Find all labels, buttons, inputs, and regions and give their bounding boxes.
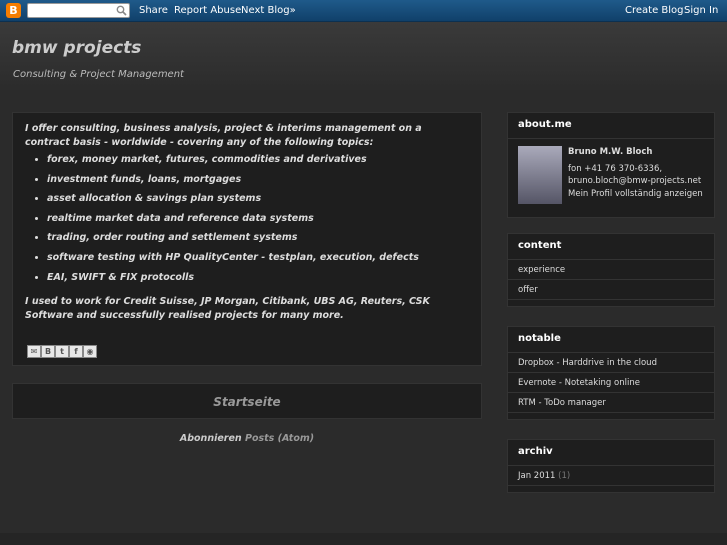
blog-description: Consulting & Project Management: [13, 69, 184, 80]
twitter-icon[interactable]: t: [55, 345, 69, 358]
author-name[interactable]: Bruno M.W. Bloch: [568, 147, 652, 157]
email-icon[interactable]: ✉: [27, 345, 41, 358]
list-item: investment funds, loans, mortgages: [47, 173, 469, 187]
author-contact: fon +41 76 370-6336, bruno.bloch@bmw-pro…: [568, 163, 701, 187]
blogger-navbar: B Share Report Abuse Next Blog» Create B…: [0, 0, 727, 22]
search-input[interactable]: [27, 3, 130, 18]
author-phone: fon +41 76 370-6336,: [568, 164, 663, 174]
blogger-icon[interactable]: B: [41, 345, 55, 358]
search-icon[interactable]: [116, 5, 127, 16]
archive-month[interactable]: Jan 2011: [518, 471, 555, 481]
content-item-experience[interactable]: experience: [508, 260, 714, 280]
list-item: asset allocation & savings plan systems: [47, 192, 469, 206]
blog-post: I offer consulting, business analysis, p…: [12, 112, 482, 366]
notable-item-rtm[interactable]: RTM - ToDo manager: [508, 393, 714, 413]
about-widget: about.me Bruno M.W. Bloch fon +41 76 370…: [507, 112, 715, 218]
subscribe-label: Abonnieren: [179, 433, 242, 444]
content-item-offer[interactable]: offer: [508, 280, 714, 300]
topics-list: forex, money market, futures, commoditie…: [47, 153, 469, 285]
archive-heading: archiv: [508, 440, 714, 466]
list-item: forex, money market, futures, commoditie…: [47, 153, 469, 167]
author-email: bruno.bloch@bmw-projects.net: [568, 176, 702, 186]
next-blog-link[interactable]: Next Blog»: [241, 5, 296, 16]
buzz-icon[interactable]: ◉: [83, 345, 97, 358]
list-item: realtime market data and reference data …: [47, 212, 469, 226]
atom-feed-link[interactable]: Posts (Atom): [245, 433, 314, 444]
blogger-logo-icon[interactable]: B: [6, 3, 21, 18]
list-item: trading, order routing and settlement sy…: [47, 231, 469, 245]
about-heading: about.me: [508, 113, 714, 139]
post-outro: I used to work for Credit Suisse, JP Mor…: [25, 295, 430, 321]
blog-title[interactable]: bmw projects: [12, 38, 141, 58]
facebook-icon[interactable]: f: [69, 345, 83, 358]
list-item: EAI, SWIFT & FIX protocolls: [47, 271, 469, 285]
list-item: software testing with HP QualityCenter -…: [47, 251, 469, 265]
profile-link[interactable]: Mein Profil vollständig anzeigen: [568, 189, 703, 199]
notable-heading: notable: [508, 327, 714, 353]
startseite-link[interactable]: Startseite: [213, 395, 280, 409]
archive-count: (1): [558, 471, 571, 481]
notable-item-dropbox[interactable]: Dropbox - Harddrive in the cloud: [508, 353, 714, 373]
profile-photo[interactable]: [518, 146, 562, 204]
share-buttons: ✉ B t f ◉: [27, 345, 97, 358]
post-intro: I offer consulting, business analysis, p…: [25, 123, 422, 148]
page-footer-band: [0, 533, 727, 545]
notable-item-evernote[interactable]: Evernote - Notetaking online: [508, 373, 714, 393]
archive-widget: archiv Jan 2011 (1): [507, 439, 715, 493]
home-link-box: Startseite: [12, 383, 482, 419]
share-link[interactable]: Share: [139, 5, 168, 16]
create-blog-link[interactable]: Create Blog: [625, 5, 684, 16]
content-heading: content: [508, 234, 714, 260]
blog-header: bmw projects Consulting & Project Manage…: [0, 22, 727, 92]
report-abuse-link[interactable]: Report Abuse: [174, 5, 241, 16]
sign-in-link[interactable]: Sign In: [684, 5, 718, 16]
content-widget: content experience offer: [507, 233, 715, 307]
subscribe-line: Abonnieren Posts (Atom): [12, 433, 482, 444]
notable-widget: notable Dropbox - Harddrive in the cloud…: [507, 326, 715, 420]
archive-item[interactable]: Jan 2011 (1): [508, 466, 714, 486]
